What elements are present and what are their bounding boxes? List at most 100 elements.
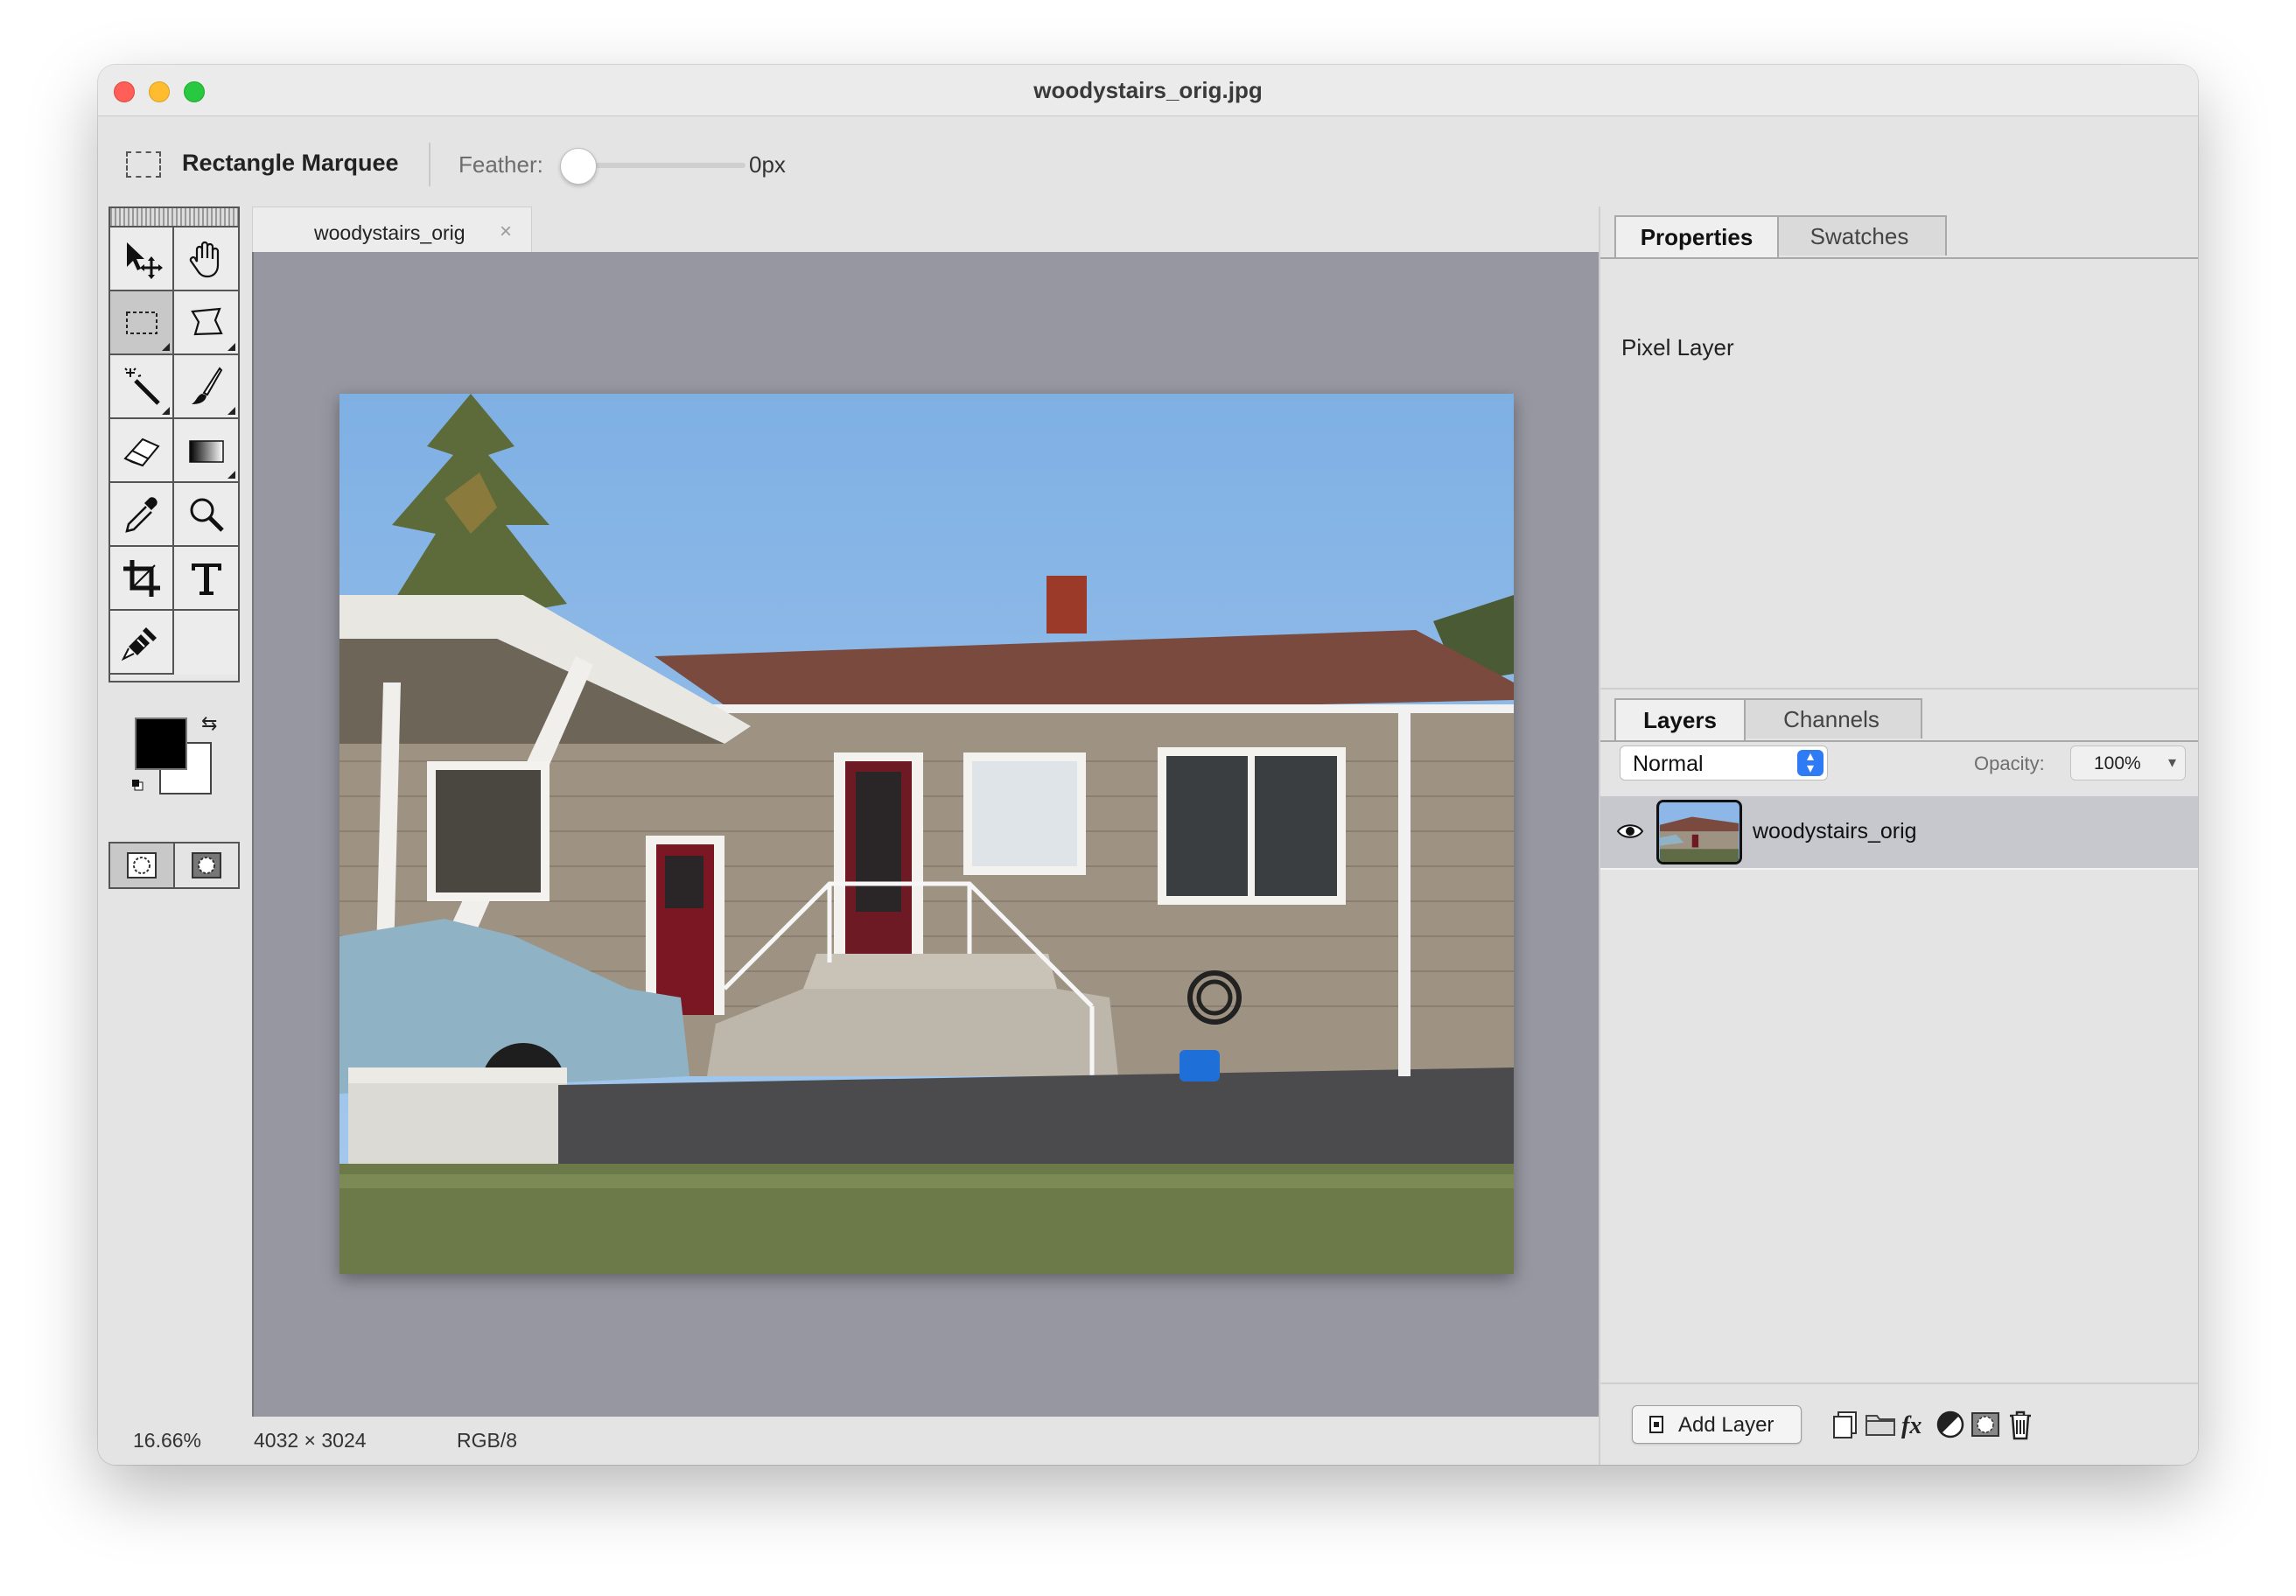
layer-thumbnail — [1656, 800, 1742, 864]
layer-mask-button[interactable] — [1966, 1405, 2005, 1444]
foreground-color-swatch[interactable] — [135, 718, 187, 770]
rectangle-marquee-tool[interactable] — [110, 291, 174, 355]
image-dimensions: 4032 × 3024 — [254, 1429, 367, 1452]
adjustment-icon — [1936, 1410, 1964, 1438]
add-layer-button[interactable]: Add Layer — [1632, 1405, 1802, 1444]
eraser-tool[interactable] — [110, 419, 174, 483]
folder-icon — [1866, 1415, 1895, 1436]
rectangle-marquee-icon — [126, 151, 161, 178]
text-tool[interactable] — [174, 547, 238, 611]
default-colors-icon[interactable] — [131, 779, 144, 791]
toolbox-grip[interactable] — [110, 208, 238, 228]
gradient-tool[interactable] — [174, 419, 238, 483]
magic-wand-icon — [123, 367, 160, 405]
gradient-icon — [188, 439, 224, 463]
layer-effects-button[interactable]: fx — [1896, 1405, 1935, 1444]
feather-slider[interactable] — [570, 163, 746, 168]
zoom-level: 16.66% — [133, 1429, 202, 1452]
status-bar: 16.66% 4032 × 3024 RGB/8 — [98, 1417, 1597, 1465]
lasso-icon — [190, 307, 223, 335]
toolbox — [108, 206, 240, 682]
title-bar: woodystairs_orig.jpg — [98, 65, 2198, 116]
standard-mode-icon — [127, 852, 157, 878]
trash-icon — [2010, 1410, 2031, 1440]
properties-tab-bar: Properties Swatches — [1600, 206, 2198, 259]
fx-icon: fx — [1901, 1412, 1922, 1439]
blend-mode-value: Normal — [1633, 752, 1704, 776]
magic-wand-tool[interactable] — [110, 355, 174, 419]
eyedropper-tool[interactable] — [110, 483, 174, 547]
tool-flyout-indicator — [162, 407, 170, 415]
clone-stamp-tool[interactable] — [110, 611, 174, 675]
clone-stamp-icon — [121, 626, 157, 661]
color-mode: RGB/8 — [457, 1429, 518, 1452]
layer-name: woodystairs_orig — [1753, 819, 1917, 844]
zoom-icon — [190, 498, 224, 532]
tool-flyout-indicator — [228, 471, 235, 479]
svg-text:fx: fx — [1901, 1412, 1922, 1439]
crop-tool[interactable] — [110, 547, 174, 611]
tool-flyout-indicator — [162, 343, 170, 351]
lasso-tool[interactable] — [174, 291, 238, 355]
tool-flyout-indicator — [228, 407, 235, 415]
document-tab[interactable]: woodystairs_orig × — [252, 206, 532, 257]
app-window: woodystairs_orig.jpg Rectangle Marquee F… — [98, 65, 2198, 1465]
eyedropper-icon — [124, 496, 158, 533]
layer-row[interactable]: woodystairs_orig — [1600, 796, 2198, 870]
feather-value: 0px — [749, 151, 786, 178]
tab-swatches[interactable]: Swatches — [1772, 215, 1947, 256]
opacity-value: 100% — [2094, 753, 2141, 774]
swap-colors-icon[interactable]: ⇆ — [201, 712, 217, 735]
standard-mode-button[interactable] — [110, 844, 175, 887]
properties-content: Pixel Layer — [1621, 334, 1734, 360]
quick-mask-toggle — [108, 842, 240, 889]
zoom-tool[interactable] — [174, 483, 238, 547]
layers-panel: Layers Channels Normal ▴ ▾ Opacity: 100% … — [1600, 688, 2198, 1465]
right-panel: Properties Swatches Pixel Layer Layers C… — [1599, 206, 2198, 1465]
tab-channels[interactable]: Channels — [1740, 698, 1922, 738]
tool-flyout-indicator — [228, 343, 235, 351]
tab-layers[interactable]: Layers — [1614, 698, 1746, 740]
add-layer-icon — [1649, 1416, 1663, 1433]
duplicate-layer-button[interactable] — [1826, 1405, 1865, 1444]
close-tab-icon[interactable]: × — [500, 220, 512, 244]
eraser-icon — [122, 438, 160, 466]
tool-options-bar: Rectangle Marquee Feather: 0px — [98, 116, 2198, 218]
visibility-eye-icon[interactable] — [1616, 821, 1644, 842]
feather-slider-knob[interactable] — [560, 148, 597, 185]
blend-mode-select[interactable]: Normal ▴ ▾ — [1620, 746, 1828, 780]
window-title: woodystairs_orig.jpg — [1033, 77, 1263, 103]
tab-properties[interactable]: Properties — [1614, 215, 1779, 257]
house-photo — [340, 394, 1514, 1274]
brush-icon — [191, 366, 222, 404]
opacity-field[interactable]: 100% ▾ — [2070, 746, 2186, 780]
move-tool[interactable] — [110, 228, 174, 291]
duplicate-layer-icon — [1833, 1411, 1857, 1438]
options-divider — [429, 143, 430, 186]
new-group-button[interactable] — [1861, 1405, 1900, 1444]
brush-tool[interactable] — [174, 355, 238, 419]
feather-label: Feather: — [458, 151, 543, 178]
canvas-area[interactable] — [252, 252, 1841, 1417]
empty-tool-slot — [174, 611, 238, 675]
current-tool-name: Rectangle Marquee — [182, 150, 399, 176]
select-arrows-icon: ▴ ▾ — [1797, 750, 1824, 776]
hand-tool[interactable] — [174, 228, 238, 291]
text-icon — [191, 563, 221, 595]
document-image[interactable] — [340, 394, 1514, 1274]
adjustment-layer-button[interactable] — [1931, 1405, 1970, 1444]
delete-layer-button[interactable] — [2001, 1405, 2040, 1444]
add-layer-label: Add Layer — [1678, 1413, 1774, 1437]
opacity-label: Opacity: — [1974, 752, 2045, 774]
move-icon — [126, 242, 163, 279]
layers-tab-bar: Layers Channels — [1600, 690, 2198, 742]
layers-footer: Add Layer fx — [1600, 1382, 2198, 1465]
document-tab-label: woodystairs_orig — [314, 221, 466, 244]
quick-mask-mode-button[interactable] — [175, 844, 238, 887]
layer-thumbnail-image — [1659, 802, 1740, 862]
mask-icon — [1971, 1412, 1999, 1437]
quick-mask-icon — [192, 852, 221, 878]
opacity-dropdown-icon[interactable]: ▾ — [2168, 753, 2176, 772]
rectangle-marquee-icon — [125, 311, 158, 334]
crop-icon — [122, 559, 160, 597]
